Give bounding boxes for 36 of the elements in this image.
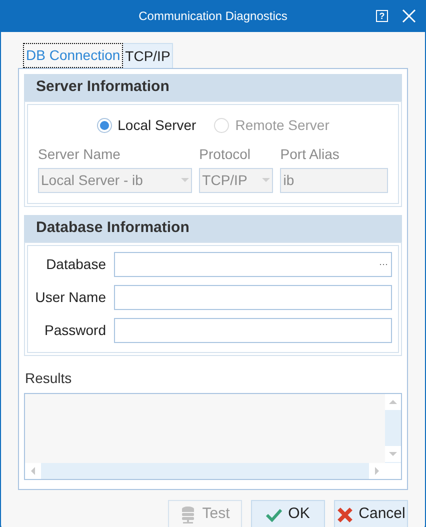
vertical-scrollbar[interactable] <box>385 394 401 463</box>
field-label: Server Name <box>38 145 122 164</box>
window-title: Communication Diagnostics <box>138 8 288 25</box>
field-label: Protocol <box>199 145 252 164</box>
field-label: Password <box>44 321 107 340</box>
field-label: Database <box>45 255 107 274</box>
tab[interactable]: TCP/IP <box>123 43 174 68</box>
input-field[interactable] <box>114 318 392 343</box>
field-label: User Name <box>34 288 107 307</box>
field-label: Port Alias <box>280 145 340 164</box>
dropdown-caret-icon <box>262 178 270 183</box>
section-title: Database Information <box>36 218 190 238</box>
input-field[interactable] <box>114 285 392 310</box>
dropdown-caret-icon <box>181 178 190 183</box>
scroll-down-icon[interactable] <box>385 446 401 462</box>
radio-label: Local Server <box>118 116 196 135</box>
scroll-left-icon[interactable] <box>25 463 41 479</box>
scroll-right-icon[interactable] <box>369 463 385 479</box>
results-box[interactable] <box>24 393 402 480</box>
cancel-button[interactable]: Cancel <box>334 500 408 527</box>
section-title: Server Information <box>36 77 170 98</box>
radio-label: Remote Server <box>235 116 330 135</box>
close-icon <box>336 506 353 522</box>
close-icon[interactable] <box>402 9 416 23</box>
database-icon <box>180 506 196 524</box>
scroll-up-icon[interactable] <box>385 394 401 410</box>
results-label: Results <box>24 369 73 388</box>
horizontal-scrollbar[interactable] <box>25 463 385 479</box>
browse-button[interactable]: ··· <box>379 260 388 269</box>
checkmark-icon <box>266 508 282 522</box>
radio-button[interactable] <box>96 118 112 133</box>
ok-button[interactable]: OK <box>251 500 325 527</box>
tab[interactable]: DB Connection <box>23 43 124 68</box>
scrollbar-corner <box>385 463 401 479</box>
input-field[interactable]: ··· <box>114 252 392 277</box>
help-button[interactable]: ? <box>376 10 388 22</box>
